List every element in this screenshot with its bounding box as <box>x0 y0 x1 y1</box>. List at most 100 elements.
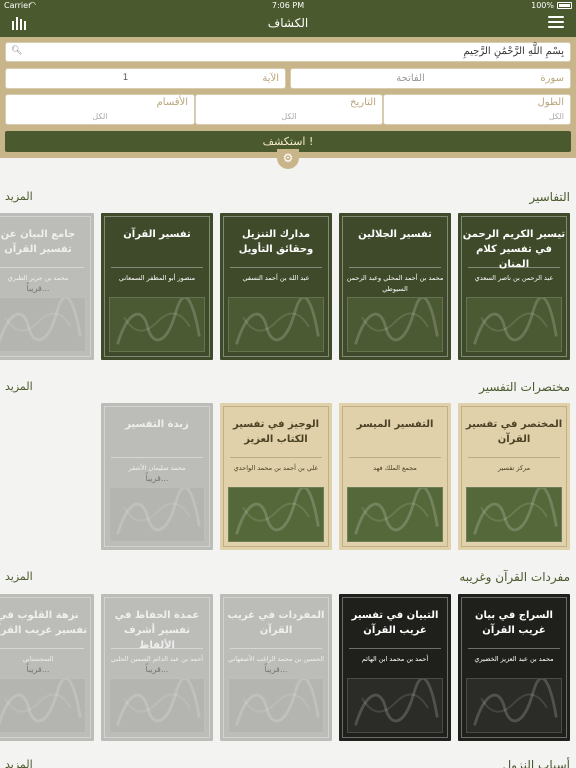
calligraphy-art <box>109 295 205 352</box>
divider <box>230 648 322 649</box>
length-value: الكل <box>548 112 564 121</box>
battery-percent: 100% <box>531 1 554 10</box>
book-card[interactable]: المختصر في تفسير القرآن مركز تفسير <box>458 403 570 550</box>
coming-soon-label: قريباً... <box>26 284 50 293</box>
book-author: عبد الله بن أحمد النسفي <box>242 274 310 282</box>
divider <box>111 648 203 649</box>
divider <box>468 267 560 268</box>
battery-icon <box>557 2 572 9</box>
coming-soon-label: قريباً... <box>145 474 169 483</box>
divider <box>468 648 560 649</box>
divider <box>468 457 560 458</box>
divider <box>230 267 322 268</box>
book-author: منصور أبو المظفر السمعاني <box>118 274 196 282</box>
ayah-value: 1 <box>122 73 129 83</box>
section-title: أسباب النزول <box>502 758 570 768</box>
history-value: الكل <box>281 112 297 121</box>
more-link[interactable]: المزيد <box>5 570 33 583</box>
book-title: التفسير الميسر <box>356 419 434 430</box>
section-title: مختصرات التفسير <box>479 380 570 394</box>
divider <box>230 457 322 458</box>
book-card[interactable]: التبيان في تفسير غريب القرآن أحمد بن محمد… <box>339 594 451 741</box>
surah-value: الفاتحة <box>396 73 425 84</box>
book-author: عبد الرحمن بن ناصر السعدي <box>474 274 554 282</box>
book-card[interactable]: تفسير الجلالين محمد بن أحمد المحلي وعبد ا… <box>339 213 451 360</box>
book-author: محمد بن أحمد المحلي وعبد الرحمن السيوطي <box>346 274 444 293</box>
book-card[interactable]: السراج في بيان غريب القرآن محمد بن عبد ال… <box>458 594 570 741</box>
book-author: أحمد بن محمد ابن الهائم <box>361 655 429 663</box>
book-title: الوجيز في تفسير الكتاب العزيز <box>232 419 320 445</box>
book-card[interactable]: الوجيز في تفسير الكتاب العزيز علي بن أحمد… <box>220 403 332 550</box>
divider <box>111 457 203 458</box>
menu-icon[interactable] <box>548 16 564 29</box>
surah-field[interactable]: سورة الفاتحة <box>290 68 571 89</box>
book-author: محمد بن عبد العزيز الخضيري <box>474 655 554 663</box>
search-value: بِسْمِ اللَّهِ الرَّحْمَٰنِ الرَّحِيمِ <box>463 46 564 57</box>
search-input[interactable]: 🔍︎ بِسْمِ اللَّهِ الرَّحْمَٰنِ الرَّحِيم… <box>5 42 571 62</box>
section-title: التفاسير <box>529 190 570 204</box>
divider <box>349 457 441 458</box>
book-title: مدارك التنزيل وحقائق التأويل <box>238 229 314 255</box>
book-title: المختصر في تفسير القرآن <box>465 419 563 445</box>
book-author: السجستاني <box>22 655 54 663</box>
ayah-label: الآية <box>262 73 279 84</box>
calligraphy-art <box>228 676 324 733</box>
book-card[interactable]: تيسير الكريم الرحمن في تفسير كلام المنان… <box>458 213 570 360</box>
book-title: المفردات في غريب القرآن <box>227 610 325 636</box>
book-card[interactable]: التفسير الميسر مجمع الملك فهد <box>339 403 451 550</box>
history-filter[interactable]: التاريخ الكل <box>195 94 383 125</box>
divider <box>111 267 203 268</box>
more-link[interactable]: المزيد <box>5 758 33 768</box>
book-card[interactable]: عمدة الحفاظ في تفسير أشرف الألفاظ أحمد بن… <box>101 594 213 741</box>
calligraphy-art <box>0 295 86 352</box>
coming-soon-label: قريباً... <box>264 665 288 674</box>
book-title: عمدة الحفاظ في تفسير أشرف الألفاظ <box>114 610 200 651</box>
section-title: مفردات القرآن وغريبه <box>459 570 570 584</box>
book-title: تفسير الجلالين <box>358 229 432 240</box>
calligraphy-art <box>347 676 443 733</box>
surah-label: سورة <box>540 73 564 84</box>
length-filter[interactable]: الطول الكل <box>383 94 571 125</box>
book-card[interactable]: جامع البيان عن تفسير القرآن محمد بن جرير … <box>0 213 94 360</box>
calligraphy-art <box>466 295 562 352</box>
more-link[interactable]: المزيد <box>5 380 33 393</box>
book-card[interactable]: مدارك التنزيل وحقائق التأويل عبد الله بن … <box>220 213 332 360</box>
calligraphy-art <box>228 485 324 542</box>
book-card[interactable]: تفسير القرآن منصور أبو المظفر السمعاني <box>101 213 213 360</box>
book-author: الحسين بن محمد الراغب الأصفهاني <box>227 655 325 663</box>
status-bar: Carrier ◠ 7:06 PM 100% <box>0 0 576 12</box>
page-title: الكشاف <box>267 16 309 30</box>
book-title: التبيان في تفسير غريب القرآن <box>351 610 439 636</box>
book-author: مركز تفسير <box>497 464 531 472</box>
length-label: الطول <box>537 97 564 108</box>
parts-label: الأقسام <box>156 97 188 108</box>
book-title: السراج في بيان غريب القرآن <box>475 610 553 636</box>
calligraphy-art <box>466 676 562 733</box>
ayah-field[interactable]: الآية 1 <box>5 68 286 89</box>
calligraphy-art <box>347 485 443 542</box>
parts-value: الكل <box>92 112 108 121</box>
book-title: زبدة التفسير <box>125 419 189 430</box>
book-card[interactable]: نزهة القلوب في تفسير غريب القرآن السجستان… <box>0 594 94 741</box>
book-author: محمد سليمان الأشقر <box>128 464 186 472</box>
coming-soon-label: قريباً... <box>145 665 169 674</box>
more-link[interactable]: المزيد <box>5 190 33 203</box>
calligraphy-art <box>466 485 562 542</box>
calligraphy-art <box>347 295 443 352</box>
parts-filter[interactable]: الأقسام الكل <box>5 94 195 125</box>
book-author: مجمع الملك فهد <box>373 464 417 472</box>
search-panel: 🔍︎ بِسْمِ اللَّهِ الرَّحْمَٰنِ الرَّحِيم… <box>0 37 576 158</box>
book-author: محمد بن جرير الطبري <box>7 274 69 282</box>
search-icon: 🔍︎ <box>11 46 23 56</box>
book-title: جامع البيان عن تفسير القرآن <box>0 229 76 255</box>
divider <box>349 267 441 268</box>
calligraphy-art <box>0 676 86 733</box>
book-card[interactable]: المفردات في غريب القرآن الحسين بن محمد ال… <box>220 594 332 741</box>
book-author: علي بن أحمد بن محمد الواحدي <box>233 464 319 472</box>
calligraphy-art <box>109 676 205 733</box>
calligraphy-art <box>109 485 205 542</box>
divider <box>349 648 441 649</box>
gear-icon[interactable]: ⚙ <box>277 149 299 169</box>
coming-soon-label: قريباً... <box>26 665 50 674</box>
book-card[interactable]: زبدة التفسير محمد سليمان الأشقر قريباً... <box>101 403 213 550</box>
